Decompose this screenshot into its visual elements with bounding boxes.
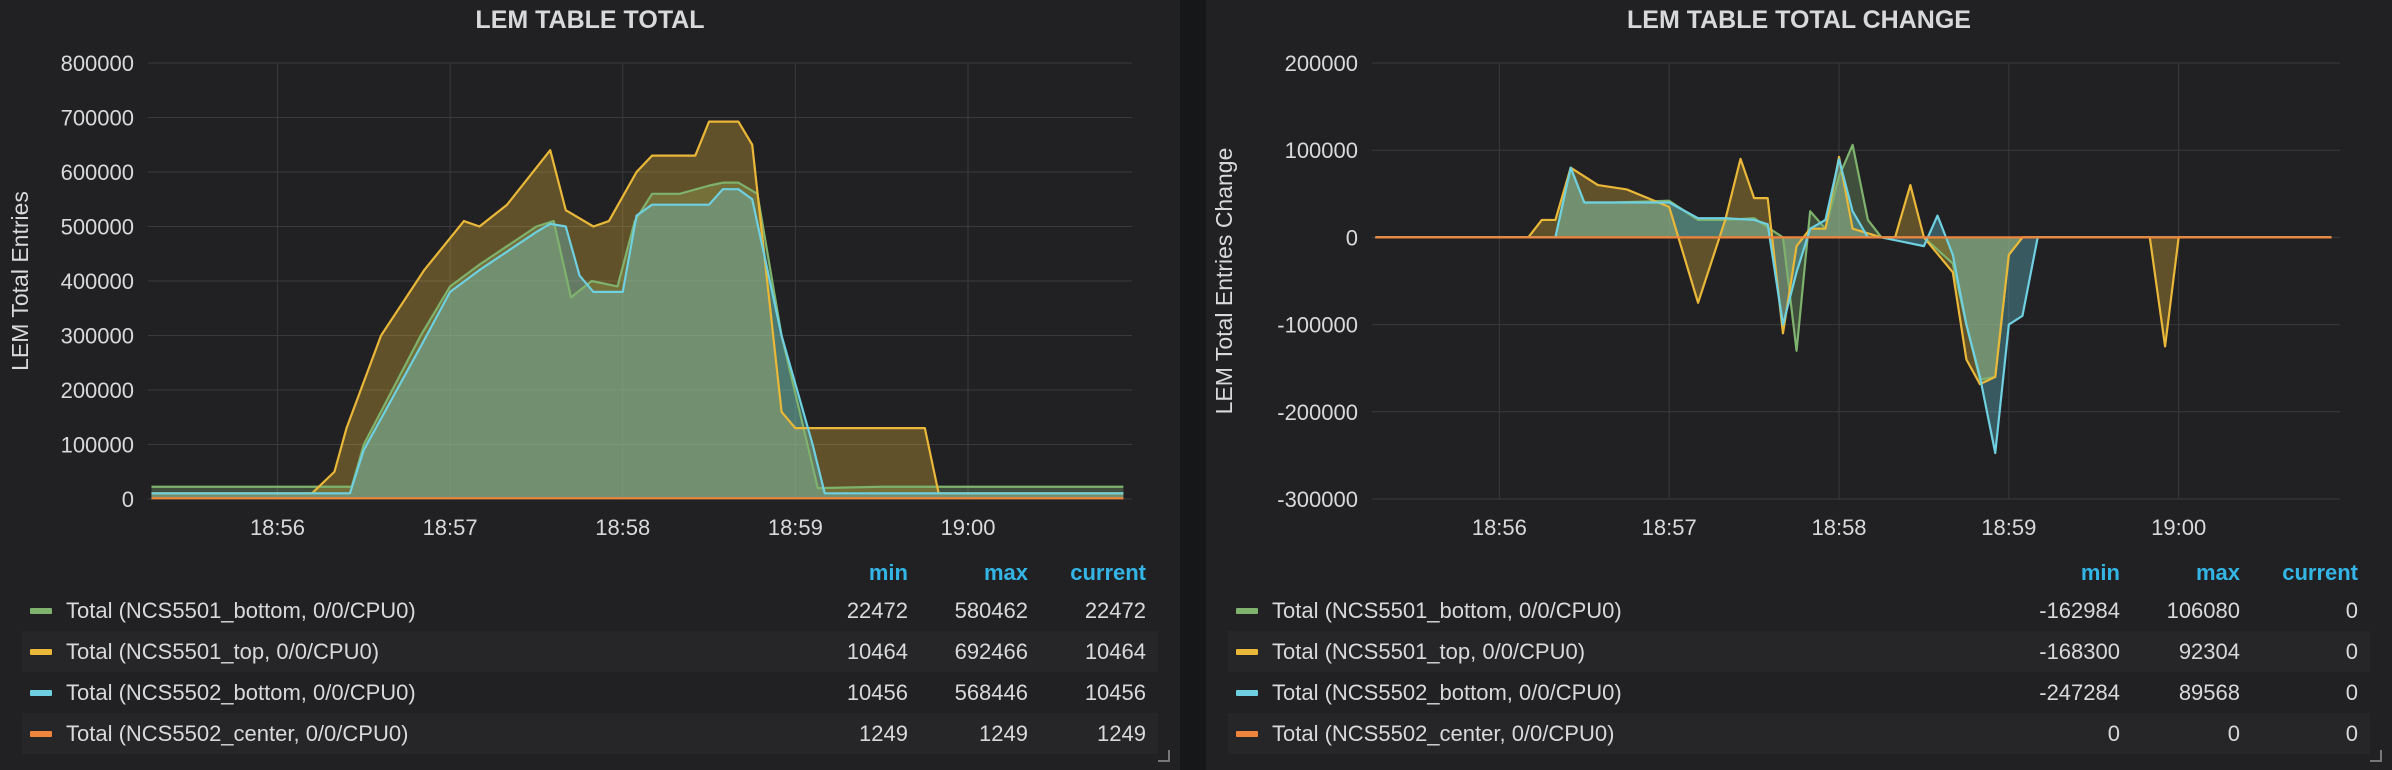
x-tick-label: 18:59: [1981, 515, 2036, 540]
series-color-swatch[interactable]: [30, 649, 52, 655]
x-tick-label: 18:58: [595, 515, 650, 540]
y-tick-label: 300000: [61, 324, 134, 349]
legend-series-name[interactable]: Total (NCS5501_top, 0/0/CPU0): [1272, 631, 1585, 672]
legend-item[interactable]: Total (NCS5501_top, 0/0/CPU0) 10464 6924…: [22, 631, 1158, 672]
x-tick-label: 19:00: [2151, 515, 2206, 540]
legend-series-name[interactable]: Total (NCS5501_top, 0/0/CPU0): [66, 631, 379, 672]
legend-current: 22472: [1084, 598, 1146, 623]
legend-header-min[interactable]: min: [869, 560, 908, 586]
series-area: [1375, 144, 2332, 380]
legend: min max current Total (NCS5501_bottom, 0…: [22, 556, 1158, 754]
panel-resize-handle[interactable]: [1158, 750, 1170, 762]
series-color-swatch[interactable]: [1236, 649, 1258, 655]
legend-max: 0: [2227, 721, 2240, 746]
legend-item[interactable]: Total (NCS5502_bottom, 0/0/CPU0) -247284…: [1228, 672, 2370, 713]
series-area: [151, 189, 1124, 499]
series-color-swatch[interactable]: [30, 731, 52, 737]
legend-item[interactable]: Total (NCS5502_center, 0/0/CPU0) 0 0 0: [1228, 713, 2370, 754]
y-tick-label: 500000: [61, 215, 134, 240]
legend-max: 106080: [2166, 598, 2240, 623]
legend-current: 0: [2345, 680, 2358, 705]
legend-max: 92304: [2178, 639, 2240, 664]
legend-header-max[interactable]: max: [984, 560, 1028, 586]
chart-lem-table-total: 0 100000 200000 300000 400000 500000 600000 700…: [7, 51, 1132, 540]
y-axis-label: LEM Total Entries Change: [1211, 148, 1237, 415]
legend-item[interactable]: Total (NCS5501_top, 0/0/CPU0) -168300 92…: [1228, 631, 2370, 672]
legend-header-current[interactable]: current: [1070, 560, 1146, 586]
y-tick-label: 400000: [61, 269, 134, 294]
legend-header-current[interactable]: current: [2282, 560, 2358, 586]
legend-current: 0: [2345, 639, 2358, 664]
legend-current: 10456: [1084, 680, 1146, 705]
legend-min: -162984: [2039, 598, 2120, 623]
series-color-swatch[interactable]: [30, 608, 52, 614]
legend-max: 568446: [954, 680, 1028, 705]
x-tick-label: 18:57: [423, 515, 478, 540]
legend-min: 10464: [846, 639, 908, 664]
legend-series-name[interactable]: Total (NCS5502_bottom, 0/0/CPU0): [1272, 672, 1622, 713]
legend-item[interactable]: Total (NCS5502_center, 0/0/CPU0) 1249 12…: [22, 713, 1158, 754]
y-tick-label: 200000: [61, 378, 134, 403]
y-tick-label: 0: [1346, 225, 1358, 250]
legend-series-name[interactable]: Total (NCS5502_center, 0/0/CPU0): [1272, 713, 1614, 754]
x-tick-label: 18:58: [1811, 515, 1866, 540]
legend-max: 692466: [954, 639, 1028, 664]
legend-min: 10456: [846, 680, 908, 705]
legend-max: 580462: [954, 598, 1028, 623]
legend-header: min max current: [22, 556, 1158, 590]
y-tick-label: 100000: [61, 433, 134, 458]
series-color-swatch[interactable]: [1236, 608, 1258, 614]
y-tick-label: 800000: [61, 51, 134, 76]
series-color-swatch[interactable]: [1236, 731, 1258, 737]
y-tick-label: -300000: [1277, 487, 1358, 512]
legend: min max current Total (NCS5501_bottom, 0…: [1228, 556, 2370, 754]
legend-min: -168300: [2039, 639, 2120, 664]
chart-lem-table-total-change: -300000 -200000 -100000 0 100000 200000 18:56 1…: [1211, 51, 2340, 540]
legend-series-name[interactable]: Total (NCS5502_bottom, 0/0/CPU0): [66, 672, 416, 713]
legend-min: 1249: [859, 721, 908, 746]
panel-lem-table-total: LEM TABLE TOTAL 0 100000 200000 300000 40000…: [0, 0, 1180, 770]
x-tick-label: 18:57: [1642, 515, 1697, 540]
legend-current: 10464: [1084, 639, 1146, 664]
legend-current: 1249: [1097, 721, 1146, 746]
y-tick-label: -100000: [1277, 313, 1358, 338]
panel-lem-table-total-change: LEM TABLE TOTAL CHANGE -300000 -200000 -10…: [1206, 0, 2392, 770]
legend-item[interactable]: Total (NCS5501_bottom, 0/0/CPU0) 22472 5…: [22, 590, 1158, 631]
y-tick-label: 700000: [61, 106, 134, 131]
legend-series-name[interactable]: Total (NCS5501_bottom, 0/0/CPU0): [66, 590, 416, 631]
y-tick-label: -200000: [1277, 400, 1358, 425]
legend-header: min max current: [1228, 556, 2370, 590]
y-tick-label: 100000: [1285, 138, 1358, 163]
x-tick-label: 18:59: [768, 515, 823, 540]
series-color-swatch[interactable]: [1236, 690, 1258, 696]
legend-min: -247284: [2039, 680, 2120, 705]
legend-series-name[interactable]: Total (NCS5501_bottom, 0/0/CPU0): [1272, 590, 1622, 631]
legend-series-name[interactable]: Total (NCS5502_center, 0/0/CPU0): [66, 713, 408, 754]
legend-header-min[interactable]: min: [2081, 560, 2120, 586]
legend-min: 0: [2107, 721, 2120, 746]
y-tick-label: 600000: [61, 160, 134, 185]
legend-header-max[interactable]: max: [2196, 560, 2240, 586]
x-tick-label: 18:56: [250, 515, 305, 540]
x-tick-label: 19:00: [940, 515, 995, 540]
x-tick-label: 18:56: [1472, 515, 1527, 540]
legend-current: 0: [2345, 721, 2358, 746]
y-tick-label: 200000: [1285, 51, 1358, 76]
legend-item[interactable]: Total (NCS5501_bottom, 0/0/CPU0) -162984…: [1228, 590, 2370, 631]
legend-min: 22472: [846, 598, 908, 623]
series-color-swatch[interactable]: [30, 690, 52, 696]
y-axis-label: LEM Total Entries: [7, 191, 33, 371]
y-tick-label: 0: [122, 487, 134, 512]
legend-max: 89568: [2178, 680, 2240, 705]
panel-resize-handle[interactable]: [2370, 750, 2382, 762]
legend-max: 1249: [979, 721, 1028, 746]
legend-current: 0: [2345, 598, 2358, 623]
legend-item[interactable]: Total (NCS5502_bottom, 0/0/CPU0) 10456 5…: [22, 672, 1158, 713]
